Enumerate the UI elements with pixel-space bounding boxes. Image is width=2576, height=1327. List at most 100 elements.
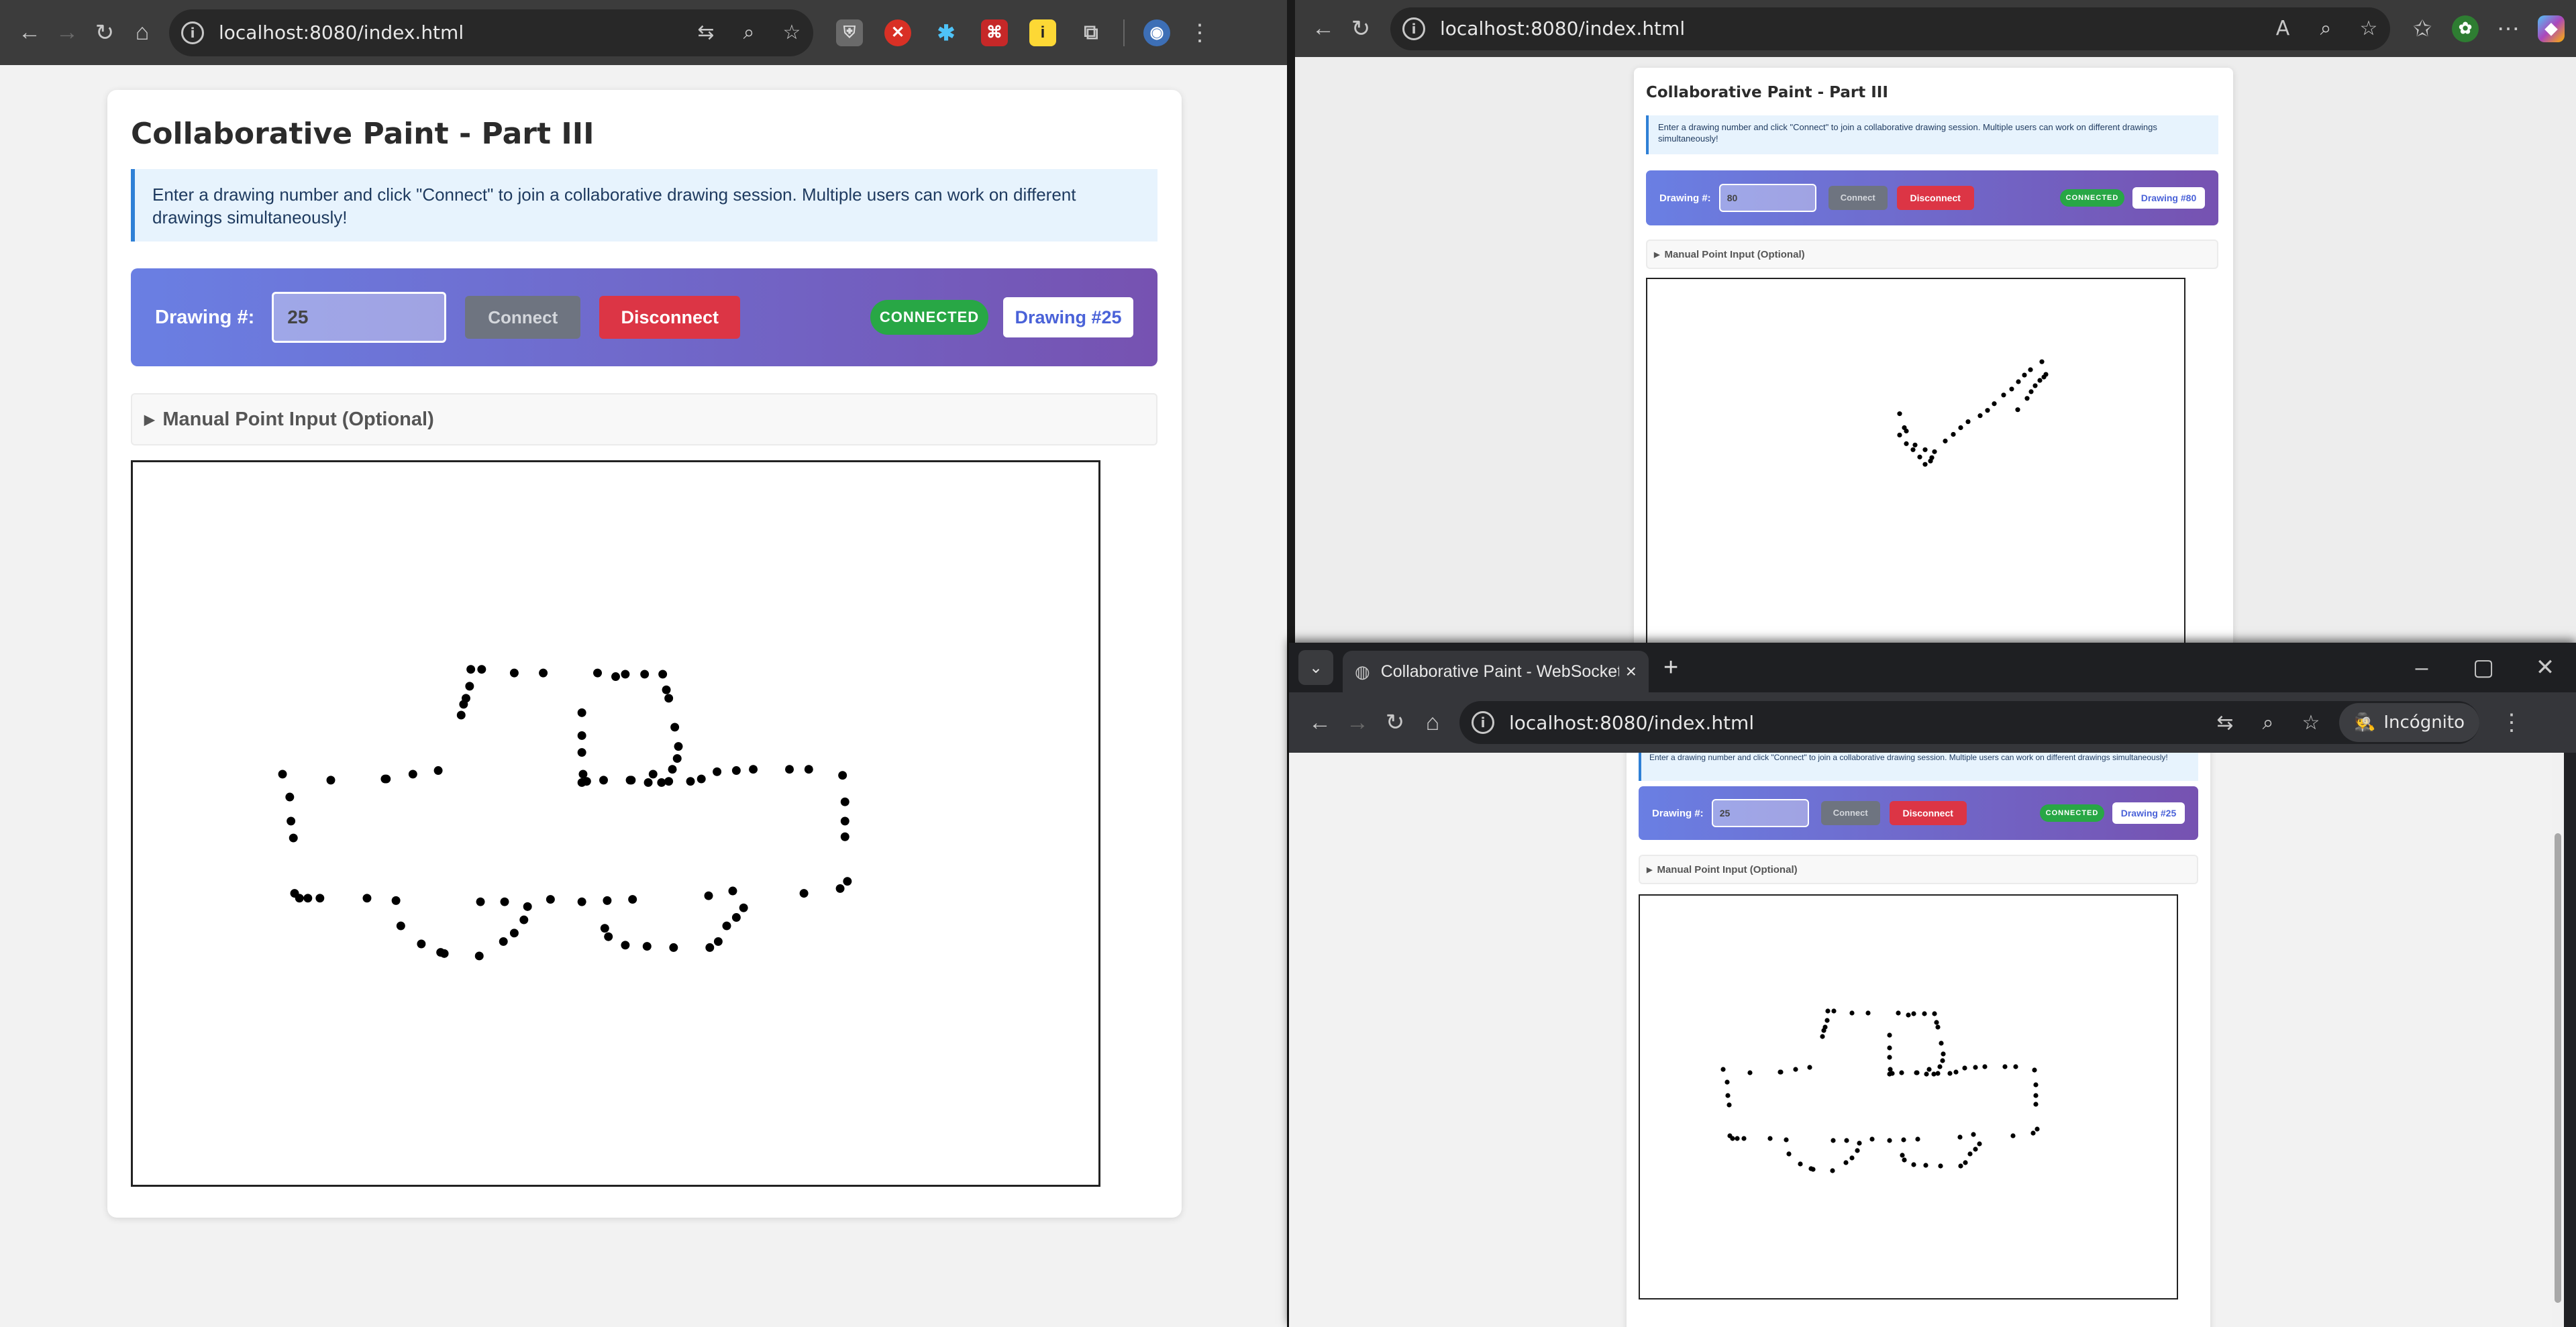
plant-extension-icon[interactable]: ✿ xyxy=(2452,15,2479,42)
translate-icon[interactable]: ⇆ xyxy=(2204,711,2247,735)
browser-tab[interactable]: ◍ Collaborative Paint - WebSocket × xyxy=(1343,651,1649,692)
drawing-number-input[interactable] xyxy=(1711,799,1809,827)
star-icon[interactable]: ☆ xyxy=(2289,711,2332,735)
connect-button[interactable]: Connect xyxy=(465,296,581,339)
stroke-point xyxy=(1887,1032,1892,1038)
close-tab-icon[interactable]: × xyxy=(1626,661,1637,682)
stroke-point xyxy=(382,774,391,784)
forward-arrow-icon[interactable]: → xyxy=(1339,704,1376,741)
car-drawing xyxy=(1720,1008,2040,1173)
disconnect-button[interactable]: Disconnect xyxy=(599,296,741,339)
stroke-point xyxy=(1929,455,1935,460)
stroke-point xyxy=(1767,1136,1773,1141)
kebab-menu-icon[interactable]: ⋮ xyxy=(2493,704,2530,741)
blocker-extension-icon[interactable]: ✕ xyxy=(884,19,911,46)
app-container: Collaborative Paint - Part III Enter a d… xyxy=(107,90,1182,1218)
disconnect-button[interactable]: Disconnect xyxy=(1889,801,1967,825)
reload-icon[interactable]: ↻ xyxy=(1376,704,1414,741)
stroke-point xyxy=(704,891,713,900)
new-tab-icon[interactable]: + xyxy=(1663,653,1678,682)
notes-extension-icon[interactable]: i xyxy=(1029,19,1056,46)
reload-icon[interactable]: ↻ xyxy=(86,14,123,52)
stroke-point xyxy=(1911,1011,1916,1016)
car-drawing xyxy=(278,665,852,961)
connect-button[interactable]: Connect xyxy=(1820,801,1880,825)
read-aloud-icon[interactable]: A xyxy=(2261,17,2304,40)
stroke-point xyxy=(1915,1136,1920,1142)
tab-title: Collaborative Paint - WebSocket xyxy=(1380,661,1619,681)
drawing-canvas[interactable] xyxy=(1646,278,2185,644)
shield-extension-icon[interactable]: ⛨ xyxy=(836,19,863,46)
stroke-point xyxy=(396,921,405,931)
copilot-icon[interactable]: ◆ xyxy=(2538,15,2565,42)
profile-avatar-icon[interactable]: ◉ xyxy=(1143,19,1170,46)
address-bar[interactable]: i localhost:8080/index.html A ⌕ ☆ xyxy=(1390,7,2390,50)
manual-point-input-toggle[interactable]: ▶ Manual Point Input (Optional) xyxy=(131,393,1157,445)
connect-button[interactable]: Connect xyxy=(1828,186,1888,210)
star-icon[interactable]: ☆ xyxy=(2347,17,2390,40)
stroke-point xyxy=(1843,1160,1849,1165)
stroke-point xyxy=(600,924,609,933)
minimize-icon[interactable]: – xyxy=(2391,649,2453,686)
kebab-menu-icon[interactable]: ⋮ xyxy=(1181,14,1219,52)
close-window-icon[interactable]: ✕ xyxy=(2514,649,2576,686)
stroke-point xyxy=(1917,454,1922,460)
stroke-point xyxy=(1992,401,1997,407)
puzzle-icon[interactable]: ⧉ xyxy=(1078,19,1104,46)
zoom-icon[interactable]: ⌕ xyxy=(2247,711,2289,735)
stroke-point xyxy=(519,915,529,924)
translate-icon[interactable]: ⇆ xyxy=(684,21,727,44)
manual-point-input-toggle[interactable]: ▶ Manual Point Input (Optional) xyxy=(1639,855,2198,884)
stroke-point xyxy=(477,665,486,674)
stroke-point xyxy=(1786,1151,1792,1157)
kebab-menu-icon[interactable]: ⋯ xyxy=(2489,10,2527,48)
site-info-icon[interactable]: i xyxy=(181,21,204,44)
stroke-point xyxy=(1924,1071,1929,1077)
stroke-point xyxy=(1855,1148,1860,1153)
stroke-point xyxy=(2033,1102,2039,1107)
scrollbar-thumb[interactable] xyxy=(2555,833,2561,1303)
site-info-icon[interactable]: i xyxy=(1402,17,1425,40)
back-arrow-icon[interactable]: ← xyxy=(1304,10,1342,48)
drawing-canvas-svg xyxy=(1897,359,2049,467)
home-icon[interactable]: ⌂ xyxy=(123,14,161,52)
reload-icon[interactable]: ↻ xyxy=(1342,10,1380,48)
stroke-point xyxy=(599,776,608,785)
manual-point-input-toggle[interactable]: ▶ Manual Point Input (Optional) xyxy=(1646,240,2218,269)
star-icon[interactable]: ☆ xyxy=(770,21,813,44)
drawing-number-input[interactable] xyxy=(1718,184,1816,212)
stroke-point xyxy=(1934,1020,1939,1025)
site-info-icon[interactable]: i xyxy=(1472,711,1494,734)
app-container: Collaborative Paint - Part III Enter a d… xyxy=(1634,68,2233,644)
address-bar[interactable]: i localhost:8080/index.html ⇆ ⌕ ☆ 🕵 Incó… xyxy=(1459,701,2479,744)
address-bar[interactable]: i localhost:8080/index.html ⇆ ⌕ ☆ xyxy=(169,9,813,56)
maximize-icon[interactable]: ▢ xyxy=(2453,649,2514,686)
drawing-canvas[interactable] xyxy=(1639,894,2178,1299)
connection-toolbar: Drawing #: Connect Disconnect CONNECTED … xyxy=(1646,170,2218,225)
stroke-point xyxy=(1951,431,1956,437)
forward-arrow-icon[interactable]: → xyxy=(48,14,86,52)
zoom-icon[interactable]: ⌕ xyxy=(2304,17,2347,40)
incognito-indicator[interactable]: 🕵 Incógnito xyxy=(2338,703,2479,742)
home-icon[interactable]: ⌂ xyxy=(1414,704,1451,741)
drawing-canvas[interactable] xyxy=(131,460,1100,1187)
stroke-point xyxy=(1943,438,1948,443)
back-arrow-icon[interactable]: ← xyxy=(11,14,48,52)
back-arrow-icon[interactable]: ← xyxy=(1301,704,1339,741)
stroke-point xyxy=(2033,1093,2039,1098)
stroke-point xyxy=(835,884,845,893)
stroke-point xyxy=(1747,1070,1753,1075)
stroke-point xyxy=(2022,372,2027,378)
stroke-point xyxy=(664,694,674,703)
drawing-number-input[interactable] xyxy=(272,292,447,343)
zoom-icon[interactable]: ⌕ xyxy=(727,21,770,44)
favorites-icon[interactable]: ✩ xyxy=(2404,10,2441,48)
tab-search-button[interactable]: ⌄ xyxy=(1298,650,1333,685)
disconnect-button[interactable]: Disconnect xyxy=(1896,186,1974,210)
stroke-point xyxy=(303,894,313,903)
snowflake-extension-icon[interactable]: ✱ xyxy=(933,19,960,46)
stroke-point xyxy=(509,668,519,678)
scrollbar-track[interactable] xyxy=(2552,753,2564,1327)
stroke-point xyxy=(1982,1064,1988,1069)
pdf-extension-icon[interactable]: ⌘ xyxy=(981,19,1008,46)
